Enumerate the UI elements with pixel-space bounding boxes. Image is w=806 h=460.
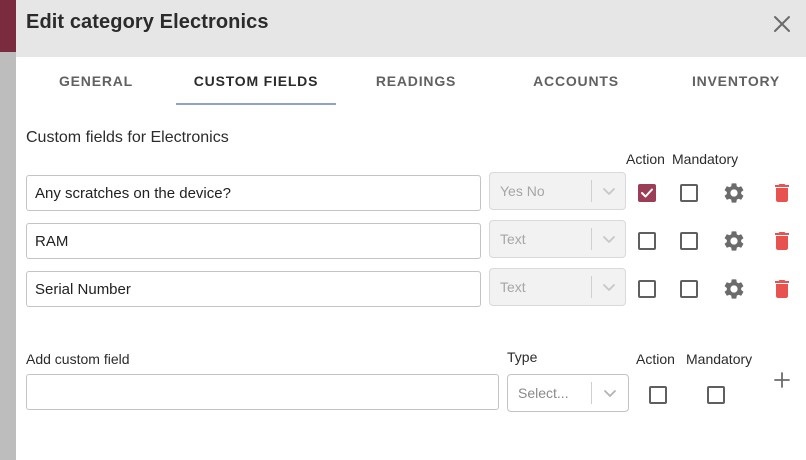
- trash-icon: [775, 184, 789, 202]
- column-header-action: Action: [626, 151, 665, 167]
- field-settings-button[interactable]: [722, 229, 746, 253]
- custom-field-type-select[interactable]: Yes No: [489, 172, 626, 210]
- trash-icon: [775, 232, 789, 250]
- backdrop-app-body: [0, 52, 16, 460]
- tab-custom-fields[interactable]: CUSTOM FIELDS: [176, 57, 336, 105]
- mandatory-checkbox[interactable]: [680, 184, 698, 202]
- column-header-mandatory: Mandatory: [672, 151, 739, 167]
- field-settings-button[interactable]: [722, 277, 746, 301]
- custom-field-type-select[interactable]: Text: [489, 268, 626, 306]
- dialog-title: Edit category Electronics: [26, 11, 269, 33]
- chevron-down-icon: [592, 172, 625, 210]
- close-icon: [774, 16, 790, 32]
- gear-icon: [724, 279, 744, 299]
- tab-accounts[interactable]: ACCOUNTS: [496, 57, 656, 105]
- mandatory-checkbox[interactable]: [680, 232, 698, 250]
- edit-category-dialog: Edit category Electronics GENERAL CUSTOM…: [16, 0, 806, 460]
- add-field-type-label: Type: [507, 349, 538, 365]
- gear-icon: [724, 231, 744, 251]
- section-title: Custom fields for Electronics: [26, 129, 229, 146]
- backdrop-app-bar: [0, 0, 16, 52]
- delete-field-button[interactable]: [770, 229, 794, 253]
- add-field-mandatory-label: Mandatory: [686, 351, 753, 367]
- chevron-down-icon: [592, 220, 625, 258]
- custom-field-type-select[interactable]: Text: [489, 220, 626, 258]
- delete-field-button[interactable]: [770, 181, 794, 205]
- mandatory-checkbox[interactable]: [680, 280, 698, 298]
- close-button[interactable]: [770, 12, 794, 36]
- action-checkbox[interactable]: [638, 184, 656, 202]
- select-value: Yes No: [500, 183, 545, 199]
- tab-inventory[interactable]: INVENTORY: [656, 57, 806, 105]
- plus-icon: [774, 372, 790, 388]
- select-placeholder: Select...: [518, 385, 569, 401]
- custom-field-name-input[interactable]: [26, 175, 481, 211]
- add-field-type-select[interactable]: Select...: [507, 374, 629, 412]
- dialog-header: Edit category Electronics: [16, 0, 806, 57]
- field-settings-button[interactable]: [722, 181, 746, 205]
- select-value: Text: [500, 231, 526, 247]
- add-field-action-label: Action: [636, 351, 675, 367]
- action-checkbox[interactable]: [638, 232, 656, 250]
- action-checkbox[interactable]: [638, 280, 656, 298]
- custom-field-name-input[interactable]: [26, 271, 481, 307]
- add-field-name-label: Add custom field: [26, 351, 130, 367]
- chevron-down-icon: [592, 374, 628, 412]
- check-icon: [641, 188, 653, 198]
- add-field-name-input[interactable]: [26, 374, 499, 410]
- trash-icon: [775, 280, 789, 298]
- delete-field-button[interactable]: [770, 277, 794, 301]
- add-field-action-checkbox[interactable]: [649, 386, 667, 404]
- chevron-down-icon: [592, 268, 625, 306]
- tab-readings[interactable]: READINGS: [336, 57, 496, 105]
- add-field-mandatory-checkbox[interactable]: [707, 386, 725, 404]
- tab-general[interactable]: GENERAL: [16, 57, 176, 105]
- select-value: Text: [500, 279, 526, 295]
- add-field-button[interactable]: [770, 368, 794, 392]
- tab-bar: GENERAL CUSTOM FIELDS READINGS ACCOUNTS …: [16, 57, 806, 105]
- gear-icon: [724, 183, 744, 203]
- custom-field-name-input[interactable]: [26, 223, 481, 259]
